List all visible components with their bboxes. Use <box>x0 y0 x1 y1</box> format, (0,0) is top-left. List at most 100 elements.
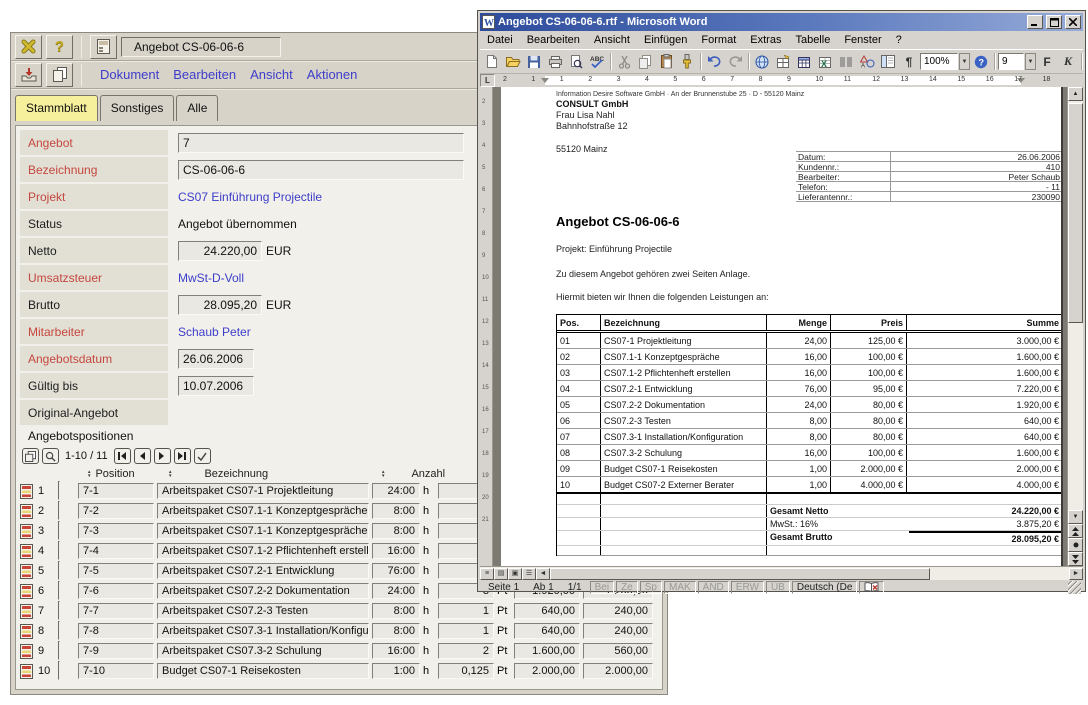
resize-grip[interactable] <box>1068 581 1081 594</box>
archive-button[interactable] <box>15 63 42 87</box>
row-checkbox[interactable] <box>58 521 60 540</box>
row-checkbox[interactable] <box>58 561 60 580</box>
status-mode-erw[interactable]: ERW <box>731 581 764 594</box>
help-button-word[interactable]: ? <box>971 52 991 72</box>
cell-bezeichnung[interactable]: Arbeitspaket CS07.1-2 Pflichtenheft erst… <box>157 543 369 559</box>
horizontal-scrollbar[interactable]: ≡ ▤ ▣ ☰ ◄ ► <box>480 566 1083 580</box>
status-mode-b[interactable]: ÜB <box>766 581 790 594</box>
previous-page-button[interactable] <box>1068 524 1083 538</box>
hscroll-thumb[interactable] <box>550 568 930 580</box>
close-button[interactable] <box>15 35 42 59</box>
columns-button[interactable] <box>836 52 856 72</box>
vertical-ruler[interactable]: 23456789101112131415161718192021 <box>480 87 493 566</box>
cell-bezeichnung[interactable]: Budget CS07-1 Reisekosten <box>157 663 369 679</box>
cell-position[interactable]: 7-7 <box>78 603 154 619</box>
status-mode-mak[interactable]: MAK <box>664 581 696 594</box>
copy-document-button[interactable] <box>46 63 73 87</box>
word-menu-extras[interactable]: Extras <box>743 34 788 46</box>
cell-summe[interactable]: 1.600,00 <box>514 643 580 659</box>
cell-anzahl[interactable]: 16:00 <box>372 643 420 659</box>
row-checkbox[interactable] <box>58 481 60 500</box>
cell-anzahl[interactable]: 76:00 <box>372 563 420 579</box>
row-checkbox[interactable] <box>58 501 60 520</box>
font-size-select[interactable]: 9 <box>998 53 1024 70</box>
new-document-button[interactable] <box>482 52 502 72</box>
cell-kosten[interactable]: 2.000,00 <box>583 663 653 679</box>
position-icon-button[interactable] <box>20 584 38 599</box>
normal-view-button[interactable]: ≡ <box>480 568 494 580</box>
show-paragraph-button[interactable]: ¶ <box>899 52 919 72</box>
row-checkbox[interactable] <box>58 661 60 680</box>
tab-sonstiges[interactable]: Sonstiges <box>100 95 175 121</box>
format-painter-button[interactable] <box>677 52 697 72</box>
open-button[interactable] <box>503 52 523 72</box>
outline-view-button[interactable]: ☰ <box>522 568 536 580</box>
cell-anzahl[interactable]: 8:00 <box>372 603 420 619</box>
cell-anzahl[interactable]: 16:00 <box>372 543 420 559</box>
cell-bezeichnung[interactable]: Arbeitspaket CS07.3-1 Installation/Konfi… <box>157 623 369 639</box>
copy-button[interactable] <box>635 52 655 72</box>
cell-kosten[interactable]: 560,00 <box>583 643 653 659</box>
cell-pt[interactable]: 0,125 <box>438 663 494 679</box>
help-button[interactable]: ? <box>46 35 73 59</box>
insert-table-button[interactable] <box>794 52 814 72</box>
cell-bezeichnung[interactable]: Arbeitspaket CS07.3-2 Schulung <box>157 643 369 659</box>
field-link-projekt[interactable]: CS07 Einführung Projectile <box>178 190 322 204</box>
cell-bezeichnung[interactable]: Arbeitspaket CS07.1-1 Konzeptgespräche <box>157 503 369 519</box>
cell-position[interactable]: 7-9 <box>78 643 154 659</box>
drawing-button[interactable]: A <box>857 52 877 72</box>
word-menu-format[interactable]: Format <box>694 34 743 46</box>
cell-summe[interactable]: 2.000,00 <box>514 663 580 679</box>
cell-position[interactable]: 7-1 <box>78 483 154 499</box>
minimize-button[interactable] <box>1027 15 1043 29</box>
sort-icon[interactable]: ▲▼ <box>381 470 385 478</box>
cell-anzahl[interactable]: 24:00 <box>372 583 420 599</box>
paste-button[interactable] <box>656 52 676 72</box>
field-input-angebotsdatum[interactable]: 26.06.2006 <box>178 349 254 369</box>
column-header-position[interactable]: ▲▼Position <box>87 468 166 480</box>
cell-bezeichnung[interactable]: Arbeitspaket CS07-1 Projektleitung <box>157 483 369 499</box>
app-menu-bearbeiten[interactable]: Bearbeiten <box>173 67 236 82</box>
position-icon-button[interactable] <box>20 644 38 659</box>
status-mode-nd[interactable]: ÄND <box>698 581 729 594</box>
position-icon-button[interactable] <box>20 604 38 619</box>
zoom-dropdown-arrow[interactable]: ▼ <box>959 53 970 70</box>
cell-position[interactable]: 7-8 <box>78 623 154 639</box>
app-menu-aktionen[interactable]: Aktionen <box>307 67 358 82</box>
vertical-scrollbar[interactable]: ▲ ▼ <box>1067 87 1083 566</box>
next-page-button[interactable] <box>154 448 171 464</box>
cell-pt[interactable]: 1 <box>438 603 494 619</box>
column-header-bezeichnung[interactable]: ▲▼Bezeichnung <box>166 468 381 480</box>
word-titlebar[interactable]: W Angebot CS-06-06-6.rtf - Microsoft Wor… <box>480 13 1083 31</box>
app-menu-ansicht[interactable]: Ansicht <box>250 67 293 82</box>
print-layout-button[interactable]: ▣ <box>508 568 522 580</box>
spelling-button[interactable]: ABC <box>587 52 607 72</box>
word-menu-einf-gen[interactable]: Einfügen <box>637 34 694 46</box>
field-link-umsatzsteuer[interactable]: MwSt-D-Voll <box>178 271 244 285</box>
field-input-bezeichnung[interactable]: CS-06-06-6 <box>178 160 464 180</box>
cell-bezeichnung[interactable]: Arbeitspaket CS07.2-2 Dokumentation <box>157 583 369 599</box>
maximize-button[interactable] <box>1046 15 1062 29</box>
font-size-dropdown-arrow[interactable]: ▼ <box>1025 53 1036 70</box>
word-menu-fenster[interactable]: Fenster <box>837 34 888 46</box>
italic-button[interactable]: K <box>1058 52 1078 72</box>
cell-summe[interactable]: 640,00 <box>514 603 580 619</box>
undo-button[interactable] <box>704 52 724 72</box>
tab-stop-selector[interactable]: L <box>480 74 495 87</box>
print-button[interactable] <box>545 52 565 72</box>
cut-button[interactable] <box>614 52 634 72</box>
cell-position[interactable]: 7-5 <box>78 563 154 579</box>
cell-kosten[interactable]: 240,00 <box>583 623 653 639</box>
tab-alle[interactable]: Alle <box>176 95 218 121</box>
insert-excel-button[interactable]: X <box>815 52 835 72</box>
document-map-button[interactable] <box>878 52 898 72</box>
row-checkbox[interactable] <box>58 581 60 600</box>
column-header-anzahl[interactable]: ▲▼Anzahl <box>381 468 455 480</box>
first-page-button[interactable] <box>114 448 131 464</box>
tab-stammblatt[interactable]: Stammblatt <box>15 95 98 121</box>
prev-page-button[interactable] <box>134 448 151 464</box>
cell-anzahl[interactable]: 8:00 <box>372 503 420 519</box>
position-icon-button[interactable] <box>20 564 38 579</box>
cell-pt[interactable]: 2 <box>438 643 494 659</box>
redo-button[interactable] <box>725 52 745 72</box>
